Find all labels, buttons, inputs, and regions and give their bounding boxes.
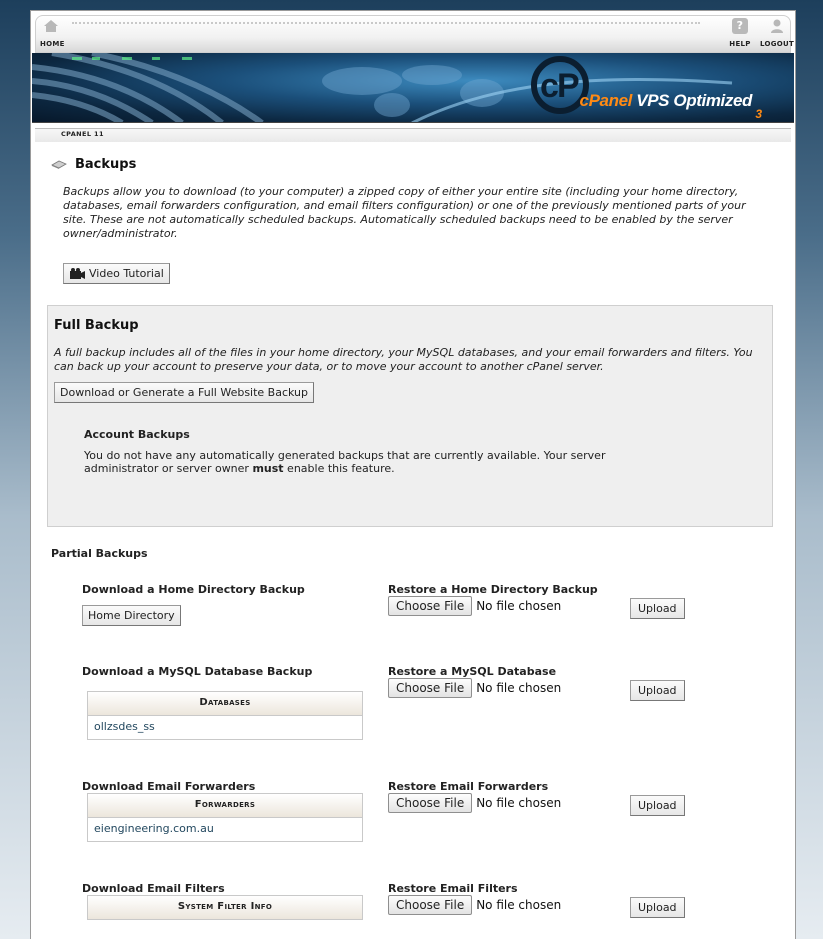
file-status: No file chosen	[476, 796, 562, 810]
account-desc-text-end: enable this feature.	[283, 462, 395, 475]
choose-file-button[interactable]: Choose File	[388, 793, 473, 813]
backup-icon	[51, 160, 67, 169]
brand-prefix: cPanel	[579, 91, 633, 110]
help-label: HELP	[729, 40, 751, 48]
account-desc-emphasis: must	[252, 462, 284, 475]
full-backup-description: A full backup includes all of the files …	[54, 346, 753, 373]
home-link[interactable]: HOME	[40, 18, 65, 48]
logout-link[interactable]: LOGOUT	[760, 18, 794, 48]
forwarders-table: Forwarders eiengineering.com.au	[87, 793, 363, 842]
video-camera-icon	[70, 268, 85, 279]
banner-graphic: c P	[32, 53, 733, 122]
breadcrumb-bar: CPANEL 11	[35, 128, 791, 142]
brand-version: 3	[755, 107, 762, 121]
user-icon	[771, 19, 783, 33]
account-backups-description: You do not have any automatically genera…	[84, 449, 664, 475]
databases-table: Databases ollzsdes_ss	[87, 691, 363, 740]
database-link[interactable]: ollzsdes_ss	[88, 716, 362, 739]
banner-brand: cPanel VPS Optimized	[579, 91, 753, 111]
video-tutorial-button[interactable]: Video Tutorial	[63, 263, 170, 284]
restore-filters-title: Restore Email Filters	[388, 882, 518, 895]
full-backup-section: Full Backup A full backup includes all o…	[47, 305, 773, 527]
breadcrumb[interactable]: CPANEL 11	[61, 130, 104, 138]
file-status: No file chosen	[476, 599, 562, 613]
cpanel-banner: c P cPanel VPS Optimized 3	[32, 53, 794, 123]
download-home-title: Download a Home Directory Backup	[82, 583, 305, 596]
logout-label: LOGOUT	[760, 40, 795, 48]
restore-forwarders-title: Restore Email Forwarders	[388, 780, 549, 793]
home-directory-button[interactable]: Home Directory	[82, 605, 181, 626]
full-backup-title: Full Backup	[54, 318, 139, 333]
svg-text:P: P	[557, 67, 580, 105]
video-tutorial-label: Video Tutorial	[89, 267, 164, 280]
top-bar-divider	[72, 22, 700, 24]
restore-home-file-input[interactable]: Choose File No file chosen	[388, 596, 561, 616]
restore-home-title: Restore a Home Directory Backup	[388, 583, 598, 596]
choose-file-button[interactable]: Choose File	[388, 678, 473, 698]
upload-forwarders-button[interactable]: Upload	[630, 795, 685, 816]
upload-filters-button[interactable]: Upload	[630, 897, 685, 918]
intro-text: Backups allow you to download (to your c…	[63, 185, 746, 240]
full-backup-button[interactable]: Download or Generate a Full Website Back…	[54, 382, 315, 403]
restore-forwarders-file-input[interactable]: Choose File No file chosen	[388, 793, 561, 813]
download-filters-title: Download Email Filters	[82, 882, 225, 895]
restore-mysql-title: Restore a MySQL Database	[388, 665, 557, 678]
forwarder-link[interactable]: eiengineering.com.au	[88, 818, 362, 841]
page-frame: HOME ? HELP LOGOUT c P cPanel VPS Optimi…	[30, 10, 796, 939]
system-filter-info-link[interactable]: System Filter Info	[88, 896, 362, 920]
help-link[interactable]: ? HELP	[729, 18, 751, 48]
choose-file-button[interactable]: Choose File	[388, 596, 473, 616]
partial-backups-title: Partial Backups	[51, 547, 148, 560]
page-title: Backups	[75, 157, 137, 172]
file-status: No file chosen	[476, 681, 562, 695]
download-mysql-title: Download a MySQL Database Backup	[82, 665, 313, 678]
help-icon: ?	[732, 18, 748, 34]
file-status: No file chosen	[476, 898, 562, 912]
brand-suffix: VPS Optimized	[636, 91, 752, 110]
home-label: HOME	[40, 40, 65, 48]
account-backups-title: Account Backups	[84, 428, 190, 441]
filters-table: System Filter Info	[87, 895, 363, 920]
forwarders-header: Forwarders	[88, 794, 362, 818]
download-forwarders-title: Download Email Forwarders	[82, 780, 256, 793]
home-icon	[44, 20, 58, 32]
upload-mysql-button[interactable]: Upload	[630, 680, 685, 701]
restore-mysql-file-input[interactable]: Choose File No file chosen	[388, 678, 561, 698]
databases-header: Databases	[88, 692, 362, 716]
top-navigation-bar: HOME ? HELP LOGOUT	[35, 15, 794, 53]
choose-file-button[interactable]: Choose File	[388, 895, 473, 915]
restore-filters-file-input[interactable]: Choose File No file chosen	[388, 895, 561, 915]
upload-home-button[interactable]: Upload	[630, 598, 685, 619]
